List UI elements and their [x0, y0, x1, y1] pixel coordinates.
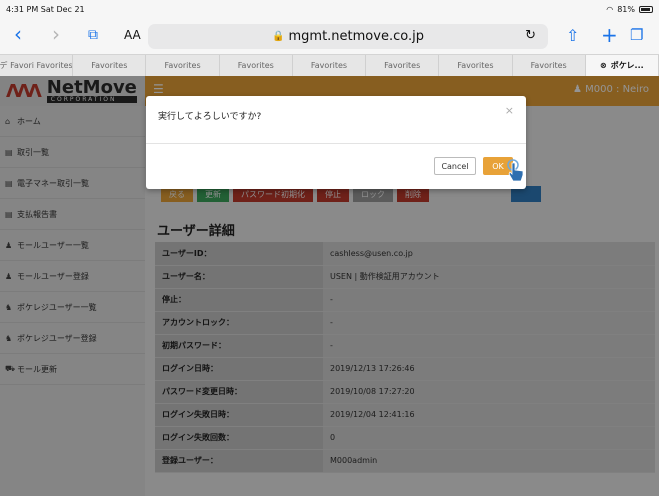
confirm-dialog: 実行してよろしいですか? × Cancel OK: [146, 96, 526, 189]
reload-icon[interactable]: ↻: [525, 28, 536, 43]
browser-tab[interactable]: Favorites: [220, 55, 293, 76]
close-icon[interactable]: ×: [505, 104, 514, 117]
browser-tab[interactable]: Favorites: [293, 55, 367, 76]
bookmarks-icon[interactable]: ⧉: [88, 27, 98, 43]
back-icon[interactable]: ‹: [14, 22, 22, 46]
text-size-button[interactable]: AA: [124, 28, 141, 42]
url-text: mgmt.netmove.co.jp: [288, 29, 424, 44]
cancel-button[interactable]: Cancel: [434, 157, 476, 175]
browser-tab[interactable]: Favorites: [146, 55, 220, 76]
browser-tab-bar: デ Favori Favorites Favorites Favorites F…: [0, 54, 659, 76]
browser-tab[interactable]: Favorites: [366, 55, 440, 76]
browser-tab[interactable]: Favorites: [439, 55, 513, 76]
ios-status-bar: 4:31 PM Sat Dec 21 ◠ 81%: [0, 0, 659, 18]
browser-tab[interactable]: Favorites: [513, 55, 586, 76]
battery-icon: [639, 5, 653, 13]
forward-icon[interactable]: ›: [52, 22, 60, 46]
pointing-hand-icon: [507, 159, 524, 182]
browser-tab[interactable]: Favorites: [73, 55, 147, 76]
tabs-overview-icon[interactable]: ❐: [630, 26, 643, 44]
close-tab-icon[interactable]: ⊗: [600, 61, 607, 70]
browser-tab-label: ポケレ...: [610, 61, 644, 70]
browser-tab[interactable]: デ Favori Favorites: [0, 55, 74, 76]
dialog-divider: [146, 143, 526, 144]
browser-tab-active[interactable]: ⊗ ポケレ...: [585, 55, 659, 76]
address-bar[interactable]: 🔒 mgmt.netmove.co.jp ↻: [148, 24, 548, 49]
status-time: 4:31 PM Sat Dec 21: [6, 4, 85, 14]
dialog-message: 実行してよろしいですか?: [158, 112, 262, 122]
share-icon[interactable]: ⇧: [566, 26, 579, 45]
lock-icon: 🔒: [272, 31, 285, 42]
status-indicators: ◠ 81%: [606, 5, 653, 14]
wifi-icon: ◠: [606, 4, 614, 14]
safari-toolbar: ‹ › ⧉ AA 🔒 mgmt.netmove.co.jp ↻ ⇧ + ❐: [0, 18, 659, 54]
battery-percent: 81%: [617, 4, 635, 14]
new-tab-icon[interactable]: +: [601, 23, 618, 47]
